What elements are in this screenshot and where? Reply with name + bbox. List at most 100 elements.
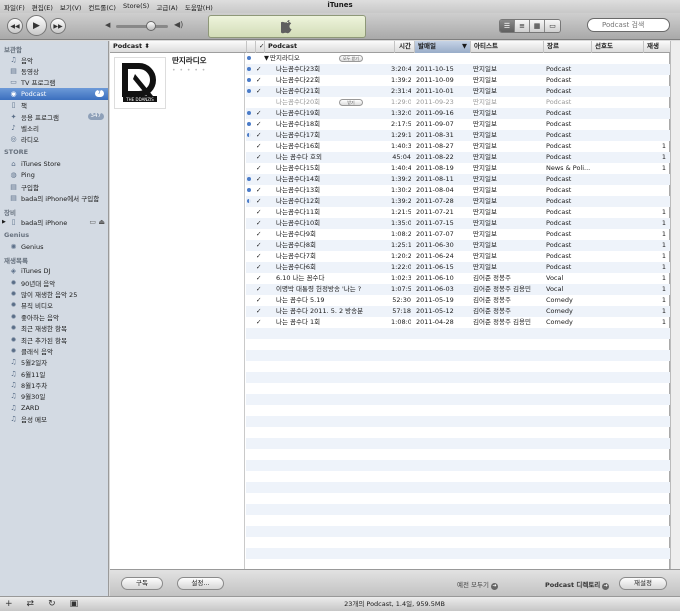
checkbox[interactable]: ✓	[256, 207, 261, 218]
episode-row[interactable]: ✓ 나는꼼수다23회 3:20:48 2011-10-15 딴지일보 Podcast	[246, 64, 670, 75]
checkbox[interactable]: ✓	[256, 86, 261, 97]
episode-row[interactable]: ✓ 나는꼼수다11회 1:21:55 2011-07-21 딴지일보 Podcast 1	[246, 207, 670, 218]
artwork-toggle-icon[interactable]: ▣	[70, 599, 79, 609]
sidebar-item[interactable]: ◎ 라디오	[0, 134, 108, 145]
checkbox[interactable]: ✓	[256, 185, 261, 196]
checkbox[interactable]: ✓	[256, 218, 261, 229]
episode-row[interactable]: ✓ 나는꼼수다21회 2:31:47 2011-10-01 딴지일보 Podcast	[246, 86, 670, 97]
checkbox[interactable]: ✓	[256, 229, 261, 240]
episode-row[interactable]: ✓ 나는 꼼수다 2011. 5. 2 방송분 57:18 2011-05-12 김어준…	[246, 306, 670, 317]
sidebar-item[interactable]: ◈ iTunes DJ	[0, 265, 108, 276]
sidebar-item[interactable]: ✹ 최근 재생한 항목	[0, 322, 108, 333]
column-status-header[interactable]	[246, 41, 255, 53]
sidebar-item[interactable]: ▤ 동영상	[0, 65, 108, 76]
column-artist-header[interactable]: 아티스트	[470, 41, 543, 53]
episode-row[interactable]: ✓ 나는 꼼수다 5.19 52:30 2011-05-19 김어준 정봉주 Comedy…	[246, 295, 670, 306]
episode-row[interactable]: ✓ 6.10 나는 꼼수다 1:02:31 2011-06-10 김어준 정봉주 Voca…	[246, 273, 670, 284]
sidebar-item[interactable]: ♫ 8월1주차	[0, 379, 108, 390]
search-input[interactable]	[587, 18, 670, 32]
checkbox[interactable]: ✓	[256, 75, 261, 86]
episode-row[interactable]: ✓ 나는 꼼수다 호외 45:04 2011-08-22 딴지일보 Podcast 1	[246, 152, 670, 163]
sync-icon[interactable]: ⏏	[98, 218, 105, 226]
checkbox[interactable]: ✓	[256, 130, 261, 141]
get-all-button[interactable]: 모두 받기	[339, 55, 363, 62]
episode-row[interactable]: ✓ 나는꼼수다19회 1:32:04 2011-09-16 딴지일보 Podcast	[246, 108, 670, 119]
sidebar-item[interactable]: ♫ 9월30일	[0, 391, 108, 402]
sidebar-item[interactable]: ♫ 6월11일	[0, 368, 108, 379]
column-episode-header[interactable]: Podcast	[264, 41, 394, 53]
sidebar-item[interactable]: ✹ 클래식 음악	[0, 345, 108, 356]
episode-row[interactable]: ✓ 나는꼼수다9회 1:08:20 2011-07-07 딴지일보 Podcast 1	[246, 229, 670, 240]
checkbox[interactable]: ✓	[256, 196, 261, 207]
volume-knob[interactable]	[146, 21, 156, 31]
column-time-header[interactable]: 시간	[394, 41, 414, 53]
checkbox[interactable]: ✓	[256, 273, 261, 284]
disclosure-triangle-icon[interactable]: ▼	[264, 53, 269, 64]
sidebar-item[interactable]: ▤ bada의 iPhone에서 구입함	[0, 192, 108, 203]
column-check-header[interactable]: ✓	[255, 41, 264, 53]
sidebar-item[interactable]: ✹ 90년대 음악	[0, 277, 108, 288]
sidebar-item[interactable]: ⌂ iTunes Store	[0, 158, 108, 169]
checkbox[interactable]: ✓	[256, 119, 261, 130]
episode-row[interactable]: ✓ 나는꼼수다12회 1:39:26 2011-07-28 딴지일보 Podcast	[246, 196, 670, 207]
add-playlist-icon[interactable]: +	[5, 599, 13, 609]
previous-button[interactable]: ◀◀	[7, 18, 23, 34]
sidebar-item[interactable]: ✦ 응용 프로그램 347	[0, 111, 108, 122]
checkbox[interactable]: ✓	[256, 152, 261, 163]
grid-view-button[interactable]: ▦	[530, 20, 545, 32]
sidebar-item[interactable]: ♫ 음성 메모	[0, 414, 108, 425]
refresh-button[interactable]: 재설정	[619, 577, 667, 590]
checkbox[interactable]: ✓	[256, 64, 261, 75]
column-genre-header[interactable]: 장르	[543, 41, 591, 53]
episode-row[interactable]: ✓ 나는꼼수다17회 1:29:18 2011-08-31 딴지일보 Podcast	[246, 130, 670, 141]
podcast-group-row[interactable]: ▼ 딴지라디오 모두 받기	[246, 53, 670, 64]
checkbox[interactable]: ✓	[256, 284, 261, 295]
episode-row[interactable]: ✓ 이명박 대통령 헌정방송 '나는 ? 1:07:51 2011-06-03 김어준 …	[246, 284, 670, 295]
column-podcast-header[interactable]: Podcast ⬍	[110, 41, 246, 53]
sidebar-item[interactable]: ♫ 음악	[0, 54, 108, 65]
episode-row[interactable]: ✓ 나는꼼수다22회 1:39:24 2011-10-09 딴지일보 Podcast	[246, 75, 670, 86]
album-view-button[interactable]: ≡	[515, 20, 530, 32]
podcast-rating-stars[interactable]: • • • • •	[172, 67, 206, 74]
episode-row[interactable]: ✓ 나는꼼수다8회 1:25:13 2011-06-30 딴지일보 Podcast 1	[246, 240, 670, 251]
column-plays-header[interactable]: 재생	[643, 41, 670, 53]
next-button[interactable]: ▶▶	[50, 18, 66, 34]
checkbox[interactable]: ✓	[256, 317, 261, 328]
episode-row[interactable]: ✓ 나는꼼수다13회 1:30:21 2011-08-04 딴지일보 Podcast	[246, 185, 670, 196]
sidebar-item[interactable]: ▤ 구입함	[0, 181, 108, 192]
get-episode-button[interactable]: 받기	[339, 99, 363, 106]
sidebar-item[interactable]: ✹ 많이 재생한 음악 25	[0, 288, 108, 299]
checkbox[interactable]: ✓	[256, 240, 261, 251]
checkbox[interactable]: ✓	[256, 295, 261, 306]
subscribe-button[interactable]: 구독	[121, 577, 163, 590]
column-date-header[interactable]: 발매일 ▼	[414, 41, 470, 53]
coverflow-view-button[interactable]: ▭	[545, 20, 560, 32]
sidebar-item[interactable]: ◉ Podcast 7	[0, 88, 108, 100]
checkbox[interactable]: ✓	[256, 251, 261, 262]
vertical-scrollbar[interactable]	[670, 41, 680, 569]
shuffle-icon[interactable]: ⇄	[27, 599, 35, 609]
episode-row[interactable]: ✓ 나는꼼수다16회 1:40:34 2011-08-27 딴지일보 Podcast 1	[246, 141, 670, 152]
podcast-artwork[interactable]: THE DDANZIS	[114, 57, 166, 109]
list-view-button[interactable]: ☰	[500, 20, 515, 32]
sidebar-item[interactable]: ▶ ▯ bada의 iPhone ▭ ⏏	[0, 217, 108, 228]
sidebar-item[interactable]: ✺ Genius	[0, 241, 108, 252]
sidebar-item[interactable]: ♫ ZARD	[0, 402, 108, 413]
checkbox[interactable]: ✓	[256, 306, 261, 317]
sidebar-item[interactable]: ▯ 책	[0, 100, 108, 111]
sidebar-item[interactable]: ▭ TV 프로그램	[0, 77, 108, 88]
sidebar-item[interactable]: ♪ 벨소리	[0, 122, 108, 133]
disclosure-triangle-icon[interactable]: ▶	[2, 219, 6, 225]
repeat-icon[interactable]: ↻	[48, 599, 56, 609]
browse-link[interactable]: 예전 모두기 ➜	[457, 579, 498, 590]
sidebar-item[interactable]: ✹ 뮤직 비디오	[0, 300, 108, 311]
episode-row[interactable]: ✓ 나는꼼수다6회 1:22:04 2011-06-15 딴지일보 Podcast 1	[246, 262, 670, 273]
episode-row[interactable]: ✓ 나는 꼼수다 1회 1:08:01 2011-04-28 김어준 정봉주 김용민 Co…	[246, 317, 670, 328]
settings-button[interactable]: 설정...	[177, 577, 224, 590]
sidebar-item[interactable]: ♫ 5월2일자	[0, 357, 108, 368]
checkbox[interactable]: ✓	[256, 141, 261, 152]
episode-row[interactable]: ✓ 나는꼼수다7회 1:20:24 2011-06-24 딴지일보 Podcast 1	[246, 251, 670, 262]
sidebar-item[interactable]: ✹ 최근 추가된 항목	[0, 334, 108, 345]
episode-row[interactable]: ✓ 나는꼼수다14회 1:39:26 2011-08-11 딴지일보 Podcast	[246, 174, 670, 185]
play-button[interactable]: ▶	[26, 15, 47, 36]
